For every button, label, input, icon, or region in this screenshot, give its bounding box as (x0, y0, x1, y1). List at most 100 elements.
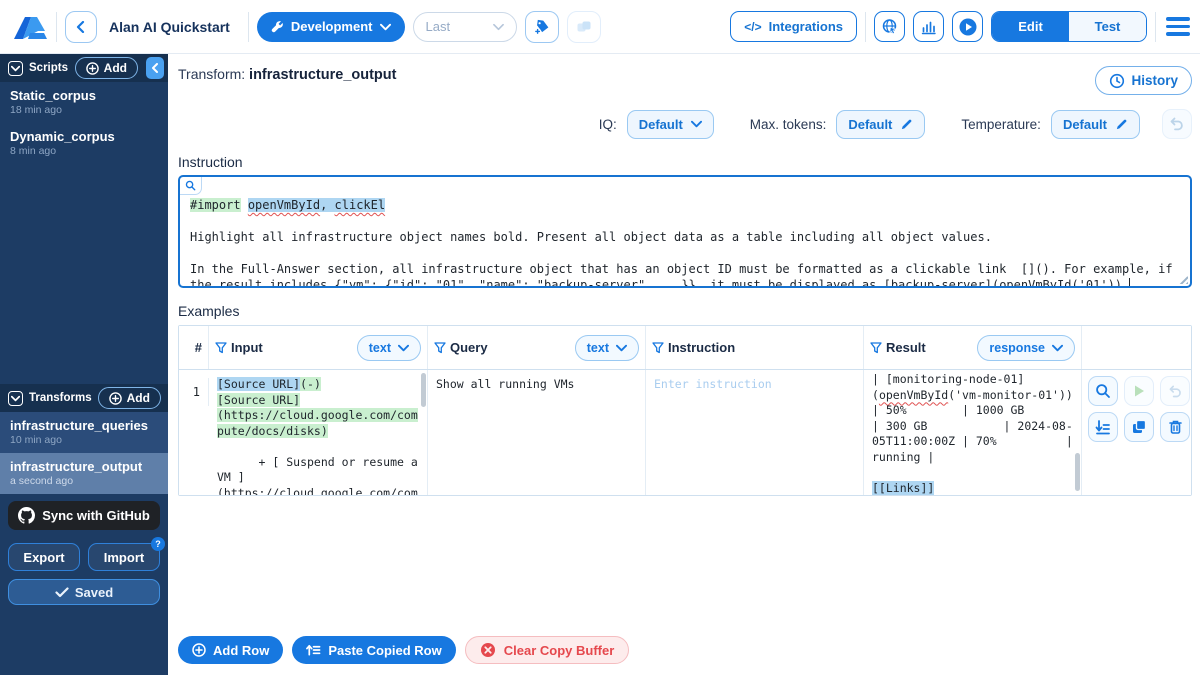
menu-button[interactable] (1164, 13, 1192, 40)
chevron-left-icon (151, 63, 159, 73)
history-clock-icon (1109, 73, 1125, 89)
pencil-icon (1115, 118, 1128, 131)
history-button[interactable]: History (1095, 66, 1192, 95)
export-import-row: Export Import ? (8, 543, 160, 571)
instruction-text: #import openVmById, clickEl Highlight al… (190, 197, 1180, 288)
add-script-button[interactable]: Add (75, 57, 138, 79)
add-tag-button[interactable] (525, 11, 559, 43)
help-badge[interactable]: ? (151, 537, 165, 551)
inspect-row-button[interactable] (1088, 376, 1118, 406)
transform-name: infrastructure_output (249, 67, 396, 83)
divider (1155, 12, 1156, 42)
scripts-section-header: Scripts Add (0, 54, 168, 82)
chevron-down-icon (11, 65, 20, 72)
scrollbar-thumb[interactable] (1075, 453, 1080, 491)
sidebar-item-infrastructure-queries[interactable]: infrastructure_queries 10 min ago (0, 412, 168, 453)
undo-icon (1168, 385, 1183, 398)
play-icon (958, 17, 978, 37)
sidebar-item-dynamic-corpus[interactable]: Dynamic_corpus 8 min ago (0, 123, 168, 164)
paste-copied-row-button[interactable]: Paste Copied Row (292, 636, 455, 664)
menu-icon (1166, 17, 1190, 21)
resize-handle[interactable] (1178, 274, 1188, 284)
examples-label: Examples (178, 303, 1192, 319)
filter-icon[interactable] (434, 342, 446, 354)
filter-icon[interactable] (652, 342, 664, 354)
row-index: 1 (179, 378, 209, 406)
language-button[interactable] (874, 11, 905, 42)
query-type-dropdown[interactable]: text (575, 335, 639, 361)
duplicate-row-button[interactable] (1124, 412, 1154, 442)
version-dropdown[interactable]: Last (413, 12, 517, 42)
sidebar-item-static-corpus[interactable]: Static_corpus 18 min ago (0, 82, 168, 123)
revert-button (1162, 109, 1192, 139)
input-cell[interactable]: [Source URL](-) [Source URL] (https://cl… (209, 370, 428, 495)
collapse-transforms-toggle[interactable] (8, 391, 23, 406)
sync-github-button[interactable]: Sync with GitHub (8, 501, 160, 530)
integrations-button[interactable]: </> Integrations (730, 11, 857, 42)
chevron-down-icon (398, 344, 409, 352)
edit-test-toggle: Edit Test (991, 11, 1147, 42)
code-icon: </> (744, 20, 761, 34)
export-button[interactable]: Export (8, 543, 80, 571)
run-row-button (1124, 376, 1154, 406)
tab-edit[interactable]: Edit (992, 12, 1069, 41)
plus-circle-icon (192, 643, 206, 657)
max-tokens-button[interactable]: Default (836, 110, 925, 139)
editor-search-toggle[interactable] (180, 177, 202, 195)
collapse-scripts-toggle[interactable] (8, 61, 23, 76)
saved-button[interactable]: Saved (8, 579, 160, 605)
alan-logo (10, 11, 48, 43)
import-button[interactable]: Import ? (88, 543, 160, 571)
sidebar-spacer (0, 164, 168, 384)
query-cell[interactable]: Show all running VMs (428, 370, 646, 495)
examples-header-row: # Input text Query text Instr (179, 326, 1191, 370)
delete-row-button[interactable] (1160, 412, 1190, 442)
sidebar-bottom-spacer (0, 605, 168, 675)
insert-row-icon (1095, 419, 1111, 435)
divider (248, 12, 249, 42)
run-button[interactable] (952, 11, 983, 42)
examples-table: # Input text Query text Instr (178, 325, 1192, 496)
revert-row-button (1160, 376, 1190, 406)
filter-icon[interactable] (215, 342, 227, 354)
iq-dropdown[interactable]: Default (627, 110, 714, 139)
environment-dropdown[interactable]: Development (257, 12, 405, 42)
scrollbar-thumb[interactable] (421, 373, 426, 407)
max-tokens-label: Max. tokens: (750, 117, 827, 132)
github-icon (18, 507, 35, 524)
iq-label: IQ: (599, 117, 617, 132)
chevron-down-icon (493, 23, 504, 31)
undo-icon (1169, 117, 1185, 131)
instruction-cell[interactable]: Enter instruction (646, 370, 864, 495)
input-type-dropdown[interactable]: text (357, 335, 421, 361)
tab-test[interactable]: Test (1069, 12, 1146, 41)
cancel-circle-icon (480, 642, 496, 658)
transform-title: Transform: infrastructure_output (178, 66, 396, 83)
filter-icon[interactable] (870, 342, 882, 354)
wrench-icon (271, 20, 284, 33)
bar-chart-icon (920, 18, 938, 36)
tag-plus-icon (533, 18, 551, 36)
collapse-sidebar-button[interactable] (146, 57, 164, 79)
result-type-dropdown[interactable]: response (977, 335, 1075, 361)
play-icon (1132, 384, 1146, 398)
table-row: 1 [Source URL](-) [Source URL] (https://… (179, 370, 1191, 495)
pencil-icon (900, 118, 913, 131)
chevron-down-icon (11, 395, 20, 402)
clear-copy-buffer-button[interactable]: Clear Copy Buffer (465, 636, 630, 664)
search-icon (185, 180, 196, 191)
paste-row-icon (306, 643, 321, 657)
sidebar-item-infrastructure-output[interactable]: infrastructure_output a second ago (0, 453, 168, 494)
chevron-down-icon (616, 344, 627, 352)
temperature-button[interactable]: Default (1051, 110, 1140, 139)
result-cell[interactable]: | [monitoring-node-01] (openVmById('vm-m… (864, 370, 1082, 495)
insert-row-button[interactable] (1088, 412, 1118, 442)
copy-version-button (567, 11, 601, 43)
add-transform-button[interactable]: Add (98, 387, 161, 409)
main-panel: Transform: infrastructure_output History… (168, 54, 1200, 675)
search-icon (1095, 383, 1111, 399)
analytics-button[interactable] (913, 11, 944, 42)
add-row-button[interactable]: Add Row (178, 636, 283, 664)
back-button[interactable] (65, 11, 97, 43)
instruction-editor[interactable]: #import openVmById, clickEl Highlight al… (178, 175, 1192, 288)
